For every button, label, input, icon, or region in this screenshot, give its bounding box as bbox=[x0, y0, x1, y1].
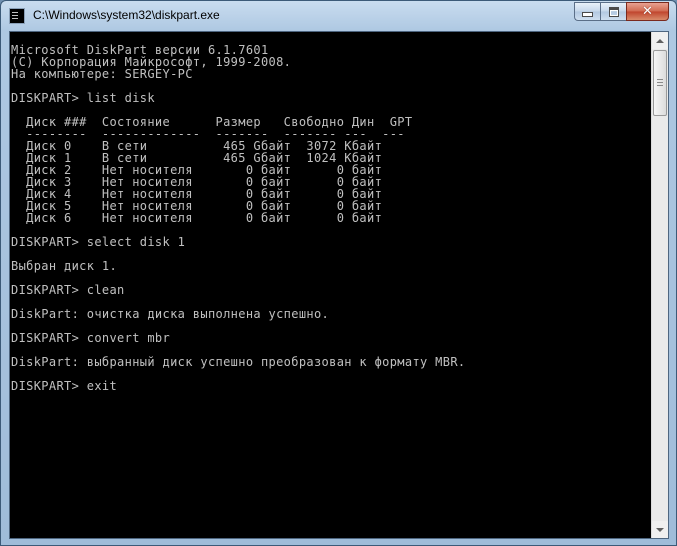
close-icon: ✕ bbox=[642, 4, 653, 19]
title-bar[interactable]: C:\Windows\system32\diskpart.exe ✕ bbox=[1, 1, 676, 31]
console-line: Диск 6 Нет носителя 0 байт 0 байт bbox=[11, 211, 383, 225]
vertical-scrollbar[interactable] bbox=[651, 32, 668, 538]
caption-buttons: ✕ bbox=[574, 2, 669, 21]
close-button[interactable]: ✕ bbox=[626, 2, 669, 21]
arrow-down-icon bbox=[656, 527, 664, 532]
arrow-up-icon bbox=[656, 38, 664, 43]
console-line: DISKPART> list disk bbox=[11, 91, 155, 105]
console-output[interactable]: Microsoft DiskPart версии 6.1.7601 (C) Ко… bbox=[10, 32, 652, 538]
console-client-area: Microsoft DiskPart версии 6.1.7601 (C) Ко… bbox=[9, 31, 669, 539]
scroll-up-button[interactable] bbox=[652, 32, 668, 49]
minimize-icon bbox=[582, 12, 593, 17]
console-line: DISKPART> exit bbox=[11, 379, 118, 393]
console-line: На компьютере: SERGEY-PC bbox=[11, 67, 193, 81]
maximize-button[interactable] bbox=[600, 2, 626, 21]
grip-icon bbox=[657, 79, 663, 80]
console-line: Выбран диск 1. bbox=[11, 259, 118, 273]
minimize-button[interactable] bbox=[574, 2, 600, 21]
console-window: C:\Windows\system32\diskpart.exe ✕ Micro… bbox=[0, 0, 677, 546]
console-line: DISKPART> clean bbox=[11, 283, 125, 297]
maximize-icon bbox=[608, 6, 619, 17]
console-line: DiskPart: выбранный диск успешно преобра… bbox=[11, 355, 466, 369]
console-line: DISKPART> convert mbr bbox=[11, 331, 171, 345]
console-line: DiskPart: очистка диска выполнена успешн… bbox=[11, 307, 330, 321]
command-prompt-icon[interactable] bbox=[9, 8, 25, 24]
scroll-thumb[interactable] bbox=[653, 50, 667, 116]
console-line: DISKPART> select disk 1 bbox=[11, 235, 186, 249]
window-title: C:\Windows\system32\diskpart.exe bbox=[33, 8, 220, 22]
scroll-down-button[interactable] bbox=[652, 521, 668, 538]
